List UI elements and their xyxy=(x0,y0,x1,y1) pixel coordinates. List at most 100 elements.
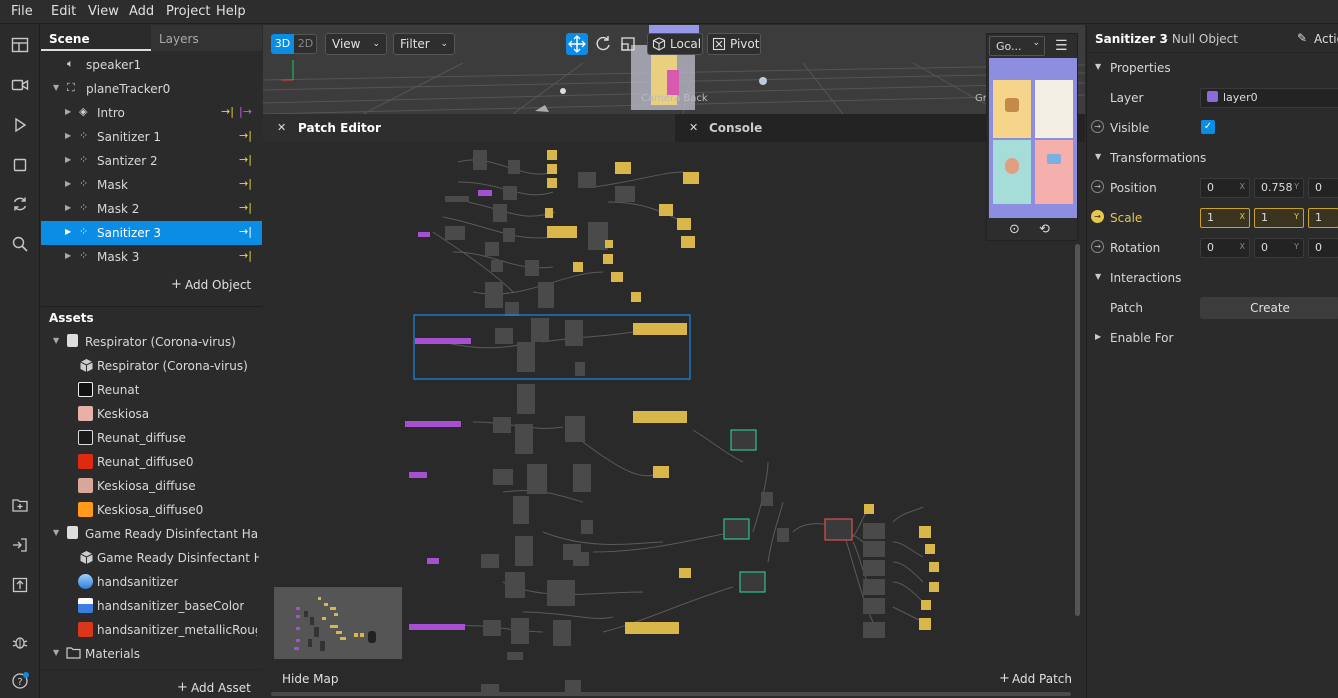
asset-folder-respirator[interactable]: ▼ Respirator (Corona-virus) xyxy=(41,330,262,354)
purple-patch-node[interactable] xyxy=(478,190,492,196)
menu-project[interactable]: Project xyxy=(166,4,210,19)
yellow-patch-node[interactable] xyxy=(929,582,939,592)
section-properties[interactable]: ▼ Properties xyxy=(1087,53,1338,83)
rotation-y-input[interactable]: 0Y xyxy=(1254,238,1304,258)
yellow-patch-node[interactable] xyxy=(864,504,874,514)
patch-arrow-icon[interactable]: →| xyxy=(239,249,252,262)
tree-item-mask[interactable]: ▶ ⁘ Mask →| xyxy=(41,173,262,197)
section-transformations[interactable]: ▼ Transformations xyxy=(1087,143,1338,173)
asset-texture-reunat[interactable]: Reunat xyxy=(41,378,262,402)
patch-arrow-icon[interactable]: →| xyxy=(239,201,252,214)
gray-patch-node[interactable] xyxy=(863,523,885,539)
close-console-icon[interactable]: ✕ xyxy=(689,121,698,134)
expand-arrow-icon[interactable]: ▼ xyxy=(1095,62,1101,71)
device-dropdown[interactable]: Go... ⌄ xyxy=(989,36,1045,56)
tree-item-mask-3[interactable]: ▶ ⁘ Mask 3 →| xyxy=(41,245,262,269)
gray-patch-node[interactable] xyxy=(573,552,589,566)
position-y-input[interactable]: 0.758 Y xyxy=(1254,178,1304,198)
mode-3d-button[interactable]: 3D xyxy=(271,34,294,54)
section-interactions[interactable]: ▼ Interactions xyxy=(1087,263,1338,293)
red-patch-node[interactable] xyxy=(824,518,853,541)
gray-patch-node[interactable] xyxy=(473,150,487,170)
gray-patch-node[interactable] xyxy=(547,580,575,606)
gray-patch-node[interactable] xyxy=(515,536,533,566)
play-icon[interactable] xyxy=(10,116,30,136)
actions-button[interactable]: Actio xyxy=(1314,32,1338,46)
asset-texture-keskiosa-diffuse[interactable]: Keskiosa_diffuse xyxy=(41,474,262,498)
yellow-patch-node[interactable] xyxy=(547,178,557,188)
yellow-patch-node[interactable] xyxy=(603,254,613,264)
scale-x-input[interactable]: 1X xyxy=(1200,208,1250,228)
gray-patch-node[interactable] xyxy=(445,196,469,202)
purple-patch-node[interactable] xyxy=(415,338,471,344)
export-icon[interactable] xyxy=(10,576,30,596)
patch-arrow-icon[interactable]: →| xyxy=(239,153,252,166)
yellow-patch-node[interactable] xyxy=(919,618,931,630)
menu-help[interactable]: Help xyxy=(216,4,246,19)
patch-arrow-out-icon[interactable]: |→ xyxy=(239,105,252,118)
gray-patch-node[interactable] xyxy=(517,384,535,414)
yellow-patch-node[interactable] xyxy=(547,226,577,238)
gray-patch-node[interactable] xyxy=(581,520,593,534)
close-patch-editor-icon[interactable]: ✕ xyxy=(277,121,286,134)
purple-patch-node[interactable] xyxy=(427,558,439,564)
menu-view[interactable]: View xyxy=(88,4,119,19)
gray-patch-node[interactable] xyxy=(485,242,499,256)
patch-arrow-icon[interactable]: →| xyxy=(239,177,252,190)
gray-patch-node[interactable] xyxy=(531,318,549,342)
gray-patch-node[interactable] xyxy=(525,260,539,276)
menu-add[interactable]: Add xyxy=(129,4,154,19)
yellow-patch-node[interactable] xyxy=(925,544,935,554)
gray-patch-node[interactable] xyxy=(615,186,635,202)
yellow-patch-node[interactable] xyxy=(631,292,641,302)
green-patch-node[interactable] xyxy=(739,571,766,593)
gray-patch-node[interactable] xyxy=(863,560,885,576)
collapse-arrow-icon[interactable]: ▶ xyxy=(65,227,71,236)
patch-arrow-icon[interactable]: →| xyxy=(221,105,234,118)
scale-y-input[interactable]: 1Y xyxy=(1254,208,1304,228)
collapse-arrow-icon[interactable]: ▶ xyxy=(65,203,71,212)
gray-patch-node[interactable] xyxy=(507,652,523,660)
yellow-patch-node[interactable] xyxy=(919,526,931,538)
gray-patch-node[interactable] xyxy=(503,228,515,242)
gray-patch-node[interactable] xyxy=(553,620,571,646)
tree-item-speaker1[interactable]: 🔈︎ speaker1 xyxy=(41,53,262,77)
hide-map-button[interactable]: Hide Map xyxy=(282,672,339,686)
patch-connect-icon[interactable]: → xyxy=(1091,180,1104,193)
asset-folder-materials[interactable]: ▼ Materials xyxy=(41,642,262,666)
view-dropdown[interactable]: View ⌄ xyxy=(325,33,387,55)
gray-patch-node[interactable] xyxy=(445,226,465,240)
patch-connect-icon[interactable]: → xyxy=(1091,240,1104,253)
rotation-z-input[interactable]: 0 xyxy=(1308,238,1338,258)
position-x-input[interactable]: 0X xyxy=(1200,178,1250,198)
add-folder-icon[interactable] xyxy=(10,496,30,516)
gray-patch-node[interactable] xyxy=(761,492,773,506)
patch-minimap[interactable] xyxy=(274,587,402,659)
local-button[interactable]: Local xyxy=(647,33,703,55)
collapse-arrow-icon[interactable]: ▶ xyxy=(65,131,71,140)
yellow-patch-node[interactable] xyxy=(611,272,623,282)
gray-patch-node[interactable] xyxy=(565,320,583,346)
gray-patch-node[interactable] xyxy=(513,496,529,524)
layout-icon[interactable] xyxy=(10,36,30,56)
tree-item-sanitizer-3[interactable]: ▶ ⁘ Sanitizer 3 →| xyxy=(41,221,262,245)
gray-patch-node[interactable] xyxy=(863,622,885,638)
tab-scene[interactable]: Scene xyxy=(41,25,151,51)
yellow-patch-node[interactable] xyxy=(653,466,669,478)
video-camera-icon[interactable] xyxy=(10,76,30,96)
stop-icon[interactable] xyxy=(10,156,30,176)
green-patch-node[interactable] xyxy=(730,429,757,451)
yellow-patch-node[interactable] xyxy=(929,562,939,572)
camera-capture-icon[interactable]: ⊙ xyxy=(1009,222,1020,237)
gray-patch-node[interactable] xyxy=(575,362,585,376)
layer-dropdown[interactable]: layer0 xyxy=(1200,88,1338,108)
yellow-patch-node[interactable] xyxy=(659,204,673,216)
asset-texture-metallic[interactable]: handsanitizer_metallicRough... xyxy=(41,618,262,642)
yellow-patch-node[interactable] xyxy=(547,150,557,160)
patch-connect-icon[interactable]: → xyxy=(1091,120,1104,133)
expand-arrow-icon[interactable]: ▼ xyxy=(1095,272,1101,281)
asset-mesh-respirator[interactable]: Respirator (Corona-virus) xyxy=(41,354,262,378)
tree-item-sanitizer-1[interactable]: ▶ ⁘ Sanitizer 1 →| xyxy=(41,125,262,149)
asset-texture-reunat-diffuse0[interactable]: Reunat_diffuse0 xyxy=(41,450,262,474)
asset-texture-keskiosa[interactable]: Keskiosa xyxy=(41,402,262,426)
